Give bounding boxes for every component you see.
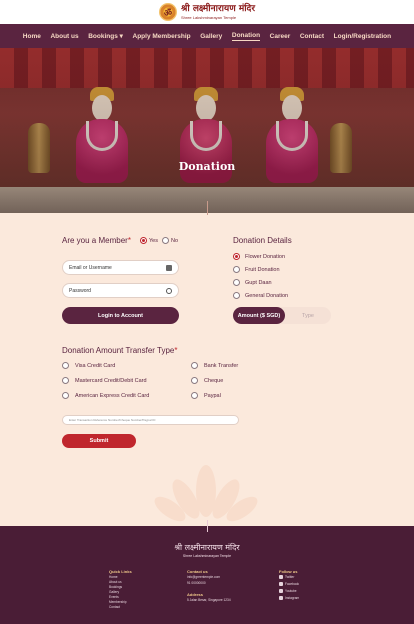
om-icon: ॐ <box>158 3 177 21</box>
member-no-radio[interactable] <box>162 237 169 244</box>
login-button[interactable]: Login to Account <box>62 307 179 324</box>
footer-logo[interactable]: श्री लक्ष्मीनारायण मंदिर Shree Lakshmina… <box>0 542 414 558</box>
member-no-label: No <box>171 238 179 244</box>
social-link[interactable]: Facebook <box>285 582 299 586</box>
transfer-option-label: Bank Transfer <box>204 363 239 369</box>
nav-apply-membership[interactable]: Apply Membership <box>133 33 191 40</box>
eye-icon[interactable] <box>166 288 172 294</box>
transfer-option-label: Cheque <box>204 378 224 384</box>
address-text: 5 Jalan Besar, Singapore 1234 <box>187 598 231 602</box>
contact-email[interactable]: info@greentemple.com <box>187 575 220 579</box>
social-link[interactable]: Youtube <box>285 589 297 593</box>
quick-links-heading: Quick Links <box>109 569 132 574</box>
transfer-option-radio[interactable] <box>62 377 69 384</box>
logo-hindi-text: श्री लक्ष्मीनारायण मंदिर <box>180 3 256 14</box>
transfer-option-label: Mastercard Credit/Debit Card <box>75 378 147 384</box>
nav-contact[interactable]: Contact <box>300 33 324 40</box>
donation-option-label: General Donation <box>245 293 289 299</box>
password-field[interactable]: Password <box>62 283 179 298</box>
social-link[interactable]: Twitter <box>285 575 294 579</box>
footer-link[interactable]: Contact <box>109 605 120 609</box>
transfer-option-radio[interactable] <box>191 392 198 399</box>
donation-option-label: Fruit Donation <box>245 267 280 273</box>
lotus-decoration-icon <box>154 465 258 522</box>
member-question: Are you a Member* <box>62 236 131 245</box>
top-header: ॐ श्री लक्ष्मीनारायण मंदिर Shree Lakshmi… <box>0 0 414 24</box>
member-yes-radio[interactable] <box>140 237 147 244</box>
hero-banner <box>0 48 414 213</box>
member-yes-label: Yes <box>149 238 158 244</box>
donation-option-radio[interactable] <box>233 292 240 299</box>
nav-career[interactable]: Career <box>270 33 291 40</box>
twitter-icon[interactable] <box>279 575 283 579</box>
divider <box>207 520 208 532</box>
footer-link[interactable]: About us <box>109 580 122 584</box>
nav-home[interactable]: Home <box>23 33 41 40</box>
divider <box>207 201 208 215</box>
donation-details-heading: Donation Details <box>233 236 292 245</box>
nav-bookings[interactable]: Bookings ▾ <box>88 32 123 40</box>
donation-option-radio[interactable] <box>233 253 240 260</box>
footer-link[interactable]: Events <box>109 595 119 599</box>
youtube-icon[interactable] <box>279 589 283 593</box>
donation-option-radio[interactable] <box>233 279 240 286</box>
transfer-option-label: Paypal <box>204 393 221 399</box>
email-field[interactable]: Email or Username <box>62 260 179 275</box>
contact-heading: Contact us <box>187 569 208 574</box>
footer-logo-hindi: श्री लक्ष्मीनारायण मंदिर <box>174 543 240 552</box>
footer-link[interactable]: Gallery <box>109 590 119 594</box>
page-title: Donation <box>178 160 236 173</box>
footer-logo-english: Shree Lakshminarayan Temple <box>182 554 232 558</box>
nav-about[interactable]: About us <box>50 33 78 40</box>
donation-option-label: Flower Donation <box>245 254 286 260</box>
address-heading: Address <box>187 592 204 597</box>
footer-link[interactable]: Membership <box>109 600 127 604</box>
transfer-option-radio[interactable] <box>191 377 198 384</box>
main-nav: Home About us Bookings ▾ Apply Membershi… <box>0 24 414 48</box>
logo-english-text: Shree Lakshminarayan Temple <box>180 14 237 20</box>
amount-tab[interactable]: Amount ($ SGD) <box>233 307 285 324</box>
footer-link[interactable]: Bookings <box>109 585 122 589</box>
transfer-option-label: American Express Credit Card <box>75 393 150 399</box>
transfer-option-label: Visa Credit Card <box>75 363 116 369</box>
nav-gallery[interactable]: Gallery <box>200 33 222 40</box>
reference-number-input[interactable]: Enter Transaction Reference Number/Chequ… <box>62 415 239 425</box>
donation-option-radio[interactable] <box>233 266 240 273</box>
transfer-type-heading: Donation Amount Transfer Type* <box>62 346 178 355</box>
nav-login-registration[interactable]: Login/Registration <box>334 33 391 40</box>
instagram-icon[interactable] <box>279 596 283 600</box>
temple-logo[interactable]: ॐ श्री लक्ष्मीनारायण मंदिर Shree Lakshmi… <box>158 3 256 21</box>
transfer-option-radio[interactable] <box>62 362 69 369</box>
amount-type-toggle: Amount ($ SGD) Type <box>233 307 331 324</box>
transfer-option-radio[interactable] <box>191 362 198 369</box>
contact-phone[interactable]: 91 00000000 <box>187 581 206 585</box>
transfer-option-radio[interactable] <box>62 392 69 399</box>
nav-donation[interactable]: Donation <box>231 32 261 41</box>
facebook-icon[interactable] <box>279 582 283 586</box>
donation-option-label: Gupt Daan <box>245 280 272 286</box>
footer-link[interactable]: Home <box>109 575 118 579</box>
social-link[interactable]: Instagram <box>285 596 299 600</box>
follow-heading: Follow us <box>279 569 298 574</box>
id-card-icon <box>166 265 172 271</box>
submit-button[interactable]: Submit <box>62 434 136 448</box>
type-tab[interactable]: Type <box>285 313 331 319</box>
